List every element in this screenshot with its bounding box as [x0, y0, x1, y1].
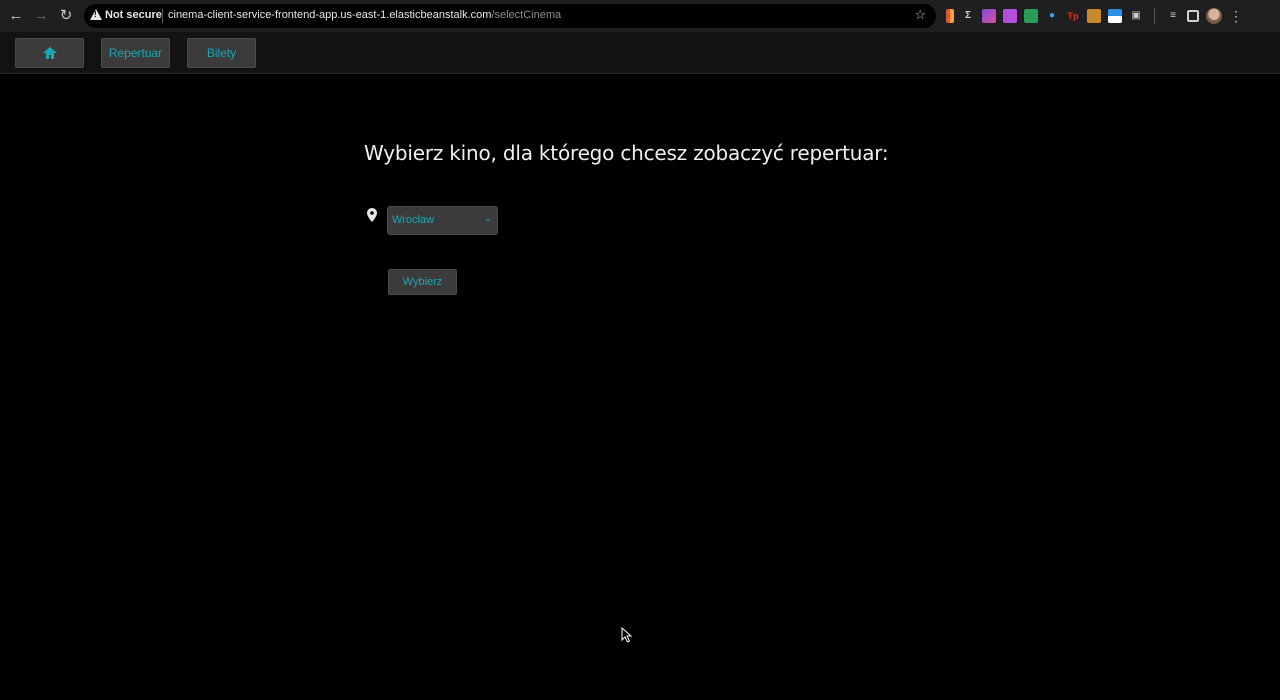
security-label[interactable]: Not secure — [105, 9, 162, 21]
cinema-select-value: Wrocław — [392, 214, 434, 226]
extension-icon[interactable]: Σ — [961, 9, 975, 23]
select-cinema-submit-button[interactable]: Wybierz — [388, 269, 457, 295]
profile-avatar[interactable] — [1206, 8, 1222, 24]
mouse-cursor-icon — [621, 627, 633, 643]
extension-icon[interactable] — [982, 9, 996, 23]
toolbar-divider — [1154, 8, 1155, 24]
extension-icon[interactable]: Tp — [1066, 9, 1080, 23]
browser-toolbar: ← → ↻ Not secure cinema-client-service-f… — [0, 0, 1280, 32]
site-navbar: Repertuar Bilety — [0, 32, 1280, 74]
nav-bilety-button[interactable]: Bilety — [187, 38, 256, 68]
forward-icon[interactable]: → — [31, 6, 51, 26]
cinema-select[interactable]: Wrocław ⌄ — [387, 206, 498, 235]
omnibox-divider — [162, 9, 163, 23]
extension-icon[interactable] — [1024, 9, 1038, 23]
map-pin-icon — [367, 208, 377, 222]
chevron-down-icon: ⌄ — [483, 213, 492, 224]
extensions-bar: Σ ● Tp ▣ ≡ ⋮ — [946, 0, 1243, 32]
url-text[interactable]: cinema-client-service-frontend-app.us-ea… — [168, 9, 561, 21]
extension-icon[interactable]: ● — [1045, 9, 1059, 23]
extension-icon[interactable] — [1003, 9, 1017, 23]
side-panel-icon[interactable] — [1187, 10, 1199, 22]
star-icon[interactable]: ☆ — [914, 7, 926, 23]
reading-list-icon[interactable]: ≡ — [1166, 9, 1180, 23]
extension-icon[interactable] — [946, 9, 954, 23]
menu-icon[interactable]: ⋮ — [1229, 8, 1243, 25]
url-host: cinema-client-service-frontend-app.us-ea… — [168, 9, 492, 21]
extension-icon[interactable] — [1087, 9, 1101, 23]
address-bar[interactable]: Not secure cinema-client-service-fronten… — [84, 4, 936, 28]
extensions-icon[interactable]: ▣ — [1129, 9, 1143, 23]
reload-icon[interactable]: ↻ — [56, 6, 76, 26]
warning-icon[interactable] — [90, 9, 102, 20]
nav-repertuar-button[interactable]: Repertuar — [101, 38, 170, 68]
home-icon — [42, 47, 57, 59]
page-title: Wybierz kino, dla którego chcesz zobaczy… — [364, 141, 889, 165]
url-path: /selectCinema — [491, 9, 562, 21]
home-button[interactable] — [15, 38, 84, 68]
back-icon[interactable]: ← — [6, 6, 26, 26]
extension-icon[interactable] — [1108, 9, 1122, 23]
